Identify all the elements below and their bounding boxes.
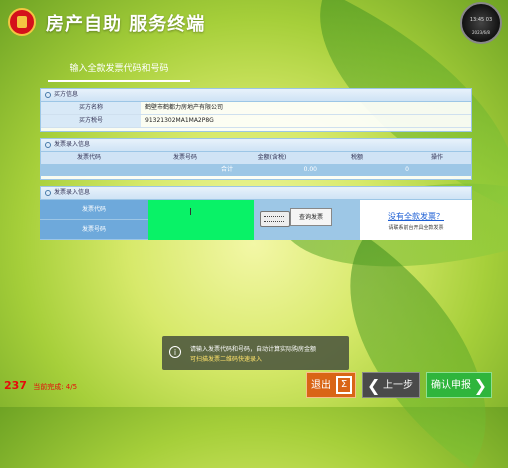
invoice-input-area[interactable] xyxy=(148,200,254,240)
buyer-tax-value: 91321302MA1MA2P8G xyxy=(145,117,214,124)
entry-panel-header: 发票录入信息 xyxy=(40,186,472,200)
prev-button[interactable]: ❮ 上一步 xyxy=(362,372,420,398)
no-full-invoice-link[interactable]: 没有全款发票？ xyxy=(360,211,472,222)
invoice-entry-form: 发票代码 发票号码 查询发票 没有全款发票？ 请联系前台开具全款发票 xyxy=(40,200,472,240)
tip-message: i 请输入发票代码和号码，自动计算实际购房金额 可扫描发票二维码快速录入 xyxy=(162,336,349,370)
progress-text: 当前完成: 4/5 xyxy=(33,383,78,391)
step-tab: 输入全款发票代码和号码 xyxy=(48,58,190,82)
col-amount: 金额(含税) xyxy=(257,154,287,161)
code-label: 发票代码 xyxy=(40,200,148,220)
clock-date: 2023/6/8 xyxy=(472,30,490,35)
col-code: 发票代码 xyxy=(76,154,101,161)
info-icon: i xyxy=(169,346,181,358)
buyer-section-header: 买方信息 xyxy=(41,89,471,102)
tip-line-1: 请输入发票代码和号码，自动计算实际购房金额 xyxy=(190,346,317,353)
collapse-icon[interactable] xyxy=(45,141,51,148)
countdown-timer: 237 xyxy=(4,379,27,392)
prev-label: 上一步 xyxy=(383,380,413,391)
col-tax: 税额 xyxy=(350,154,363,161)
exit-button[interactable]: 退出 Σ xyxy=(306,372,356,398)
status-bar: 237 当前完成: 4/5 xyxy=(4,379,77,392)
buyer-name-label: 买方名称 xyxy=(41,102,141,114)
total-amount: 0.00 xyxy=(303,166,317,173)
chevron-left-icon: ❮ xyxy=(367,376,381,395)
top-bar: 房产自助 服务终端 13:45 03 2023/6/8 xyxy=(0,0,508,46)
buyer-name-row: 买方名称 鹤壁市鹤都力房地产有限公司 xyxy=(41,102,471,115)
tip-line-2: 可扫描发票二维码快速录入 xyxy=(190,356,263,363)
collapse-icon[interactable] xyxy=(45,91,51,98)
query-invoice-button[interactable]: 查询发票 xyxy=(290,208,332,226)
buyer-tax-row: 买方税号 91321302MA1MA2P8G xyxy=(41,115,471,128)
keyboard-icon[interactable] xyxy=(260,211,290,227)
buyer-tax-label: 买方税号 xyxy=(41,115,141,127)
invoice-list-panel: 发票录入信息 发票代码 发票号码 金额(含税) 税额 操作 合计 0.00 0 xyxy=(40,138,472,180)
buyer-name-value: 鹤壁市鹤都力房地产有限公司 xyxy=(145,104,224,111)
buyer-info-panel: 买方信息 买方名称 鹤壁市鹤都力房地产有限公司 买方税号 91321302MA1MA… xyxy=(40,88,472,132)
col-action: 操作 xyxy=(430,154,443,161)
invoice-total-row: 合计 0.00 0 xyxy=(41,164,471,176)
emblem-logo xyxy=(8,8,36,36)
collapse-icon[interactable] xyxy=(45,189,51,196)
invoice-section-header: 发票录入信息 xyxy=(41,139,471,152)
app-title: 房产自助 服务终端 xyxy=(46,14,206,35)
number-label: 发票号码 xyxy=(40,220,148,240)
submit-button[interactable]: 确认申报 ❯ xyxy=(426,372,492,398)
clock-widget: 13:45 03 2023/6/8 xyxy=(460,2,502,44)
entry-section-header: 发票录入信息 xyxy=(41,187,471,200)
exit-icon: Σ xyxy=(336,376,352,394)
text-cursor xyxy=(190,208,191,215)
no-invoice-box: 没有全款发票？ 请联系前台开具全款发票 xyxy=(360,200,472,240)
exit-label: 退出 xyxy=(311,380,331,391)
submit-label: 确认申报 xyxy=(431,380,471,391)
chevron-right-icon: ❯ xyxy=(473,376,487,395)
col-number: 发票号码 xyxy=(172,154,197,161)
total-label: 合计 xyxy=(220,166,233,173)
clock-time: 13:45 03 xyxy=(469,17,493,23)
invoice-table-header: 发票代码 发票号码 金额(含税) 税额 操作 xyxy=(41,152,471,164)
no-full-invoice-hint: 请联系前台开具全款发票 xyxy=(388,225,444,231)
total-tax: 0 xyxy=(405,166,409,173)
